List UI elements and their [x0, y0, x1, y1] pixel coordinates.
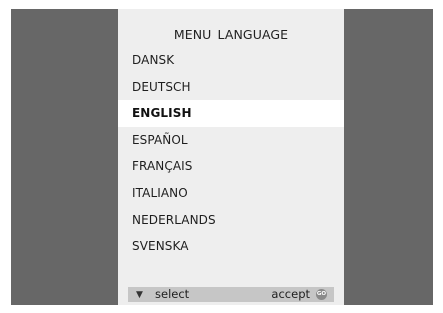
go-button-icon[interactable]: GO: [316, 289, 327, 300]
language-option-svenska[interactable]: SVENSKA: [118, 233, 344, 260]
language-option-nederlands[interactable]: NEDERLANDS: [118, 207, 344, 234]
select-hint: select: [155, 287, 190, 301]
language-list: DANSK DEUTSCH ENGLISH ESPAÑOL FRANÇAIS I…: [118, 47, 344, 260]
language-option-dansk[interactable]: DANSK: [118, 47, 344, 74]
status-bar: ▼ select accept GO: [128, 287, 334, 302]
language-option-italiano[interactable]: ITALIANO: [118, 180, 344, 207]
language-option-espanol[interactable]: ESPAÑOL: [118, 127, 344, 154]
menu-title: MENU LANGUAGE: [173, 27, 289, 42]
down-arrow-icon: ▼: [136, 290, 143, 300]
accept-hint: accept: [271, 287, 310, 301]
menu-language-panel: MENU LANGUAGE DANSK DEUTSCH ENGLISH ESPA…: [118, 9, 344, 305]
language-option-deutsch[interactable]: DEUTSCH: [118, 74, 344, 101]
language-option-english[interactable]: ENGLISH: [118, 100, 344, 127]
language-option-francais[interactable]: FRANÇAIS: [118, 153, 344, 180]
